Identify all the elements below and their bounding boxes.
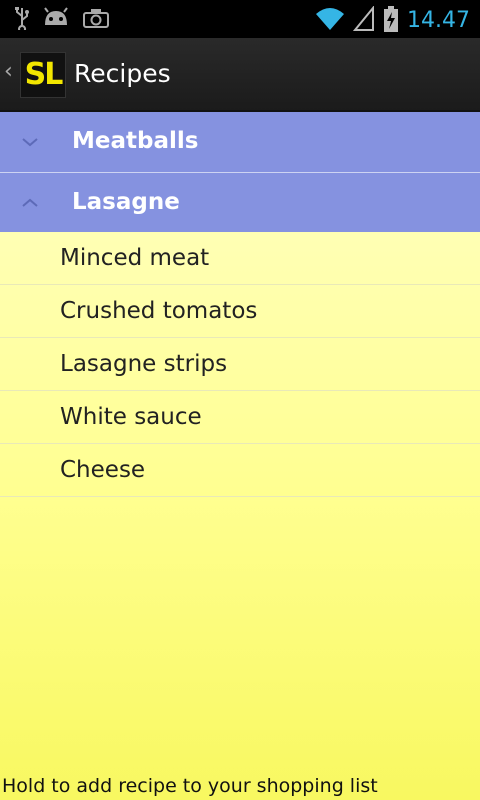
status-left-icons: [14, 6, 110, 34]
chevron-up-icon: [22, 198, 38, 207]
empty-area: [0, 497, 480, 800]
list-item[interactable]: Cheese: [0, 444, 480, 497]
list-item[interactable]: Lasagne strips: [0, 338, 480, 391]
list-item[interactable]: White sauce: [0, 391, 480, 444]
action-bar: ‹ SL Recipes: [0, 38, 480, 112]
app-logo[interactable]: SL: [20, 52, 66, 98]
page-title: Recipes: [74, 59, 171, 88]
ingredient-list: Minced meat Crushed tomatos Lasagne stri…: [0, 232, 480, 497]
item-label: White sauce: [60, 404, 202, 430]
up-navigation-icon[interactable]: ‹: [4, 60, 13, 84]
list-item[interactable]: Minced meat: [0, 232, 480, 285]
signal-icon: [352, 5, 375, 36]
list-item[interactable]: Crushed tomatos: [0, 285, 480, 338]
battery-charging-icon: [383, 5, 399, 37]
usb-icon: [14, 6, 30, 34]
wifi-icon: [315, 6, 345, 36]
status-right-icons: 14.47: [315, 5, 470, 37]
chevron-down-icon: [22, 138, 38, 147]
clock: 14.47: [407, 8, 470, 33]
group-label: Meatballs: [72, 128, 199, 154]
item-label: Crushed tomatos: [60, 298, 258, 324]
group-meatballs[interactable]: Meatballs: [0, 112, 480, 173]
group-lasagne[interactable]: Lasagne: [0, 173, 480, 234]
android-icon: [42, 7, 70, 33]
camera-icon: [82, 7, 110, 33]
item-label: Minced meat: [60, 245, 210, 271]
item-label: Lasagne strips: [60, 351, 228, 377]
item-label: Cheese: [60, 457, 146, 483]
status-bar: 14.47: [0, 0, 480, 38]
group-label: Lasagne: [72, 189, 180, 215]
footer-hint: Hold to add recipe to your shopping list: [2, 775, 378, 797]
